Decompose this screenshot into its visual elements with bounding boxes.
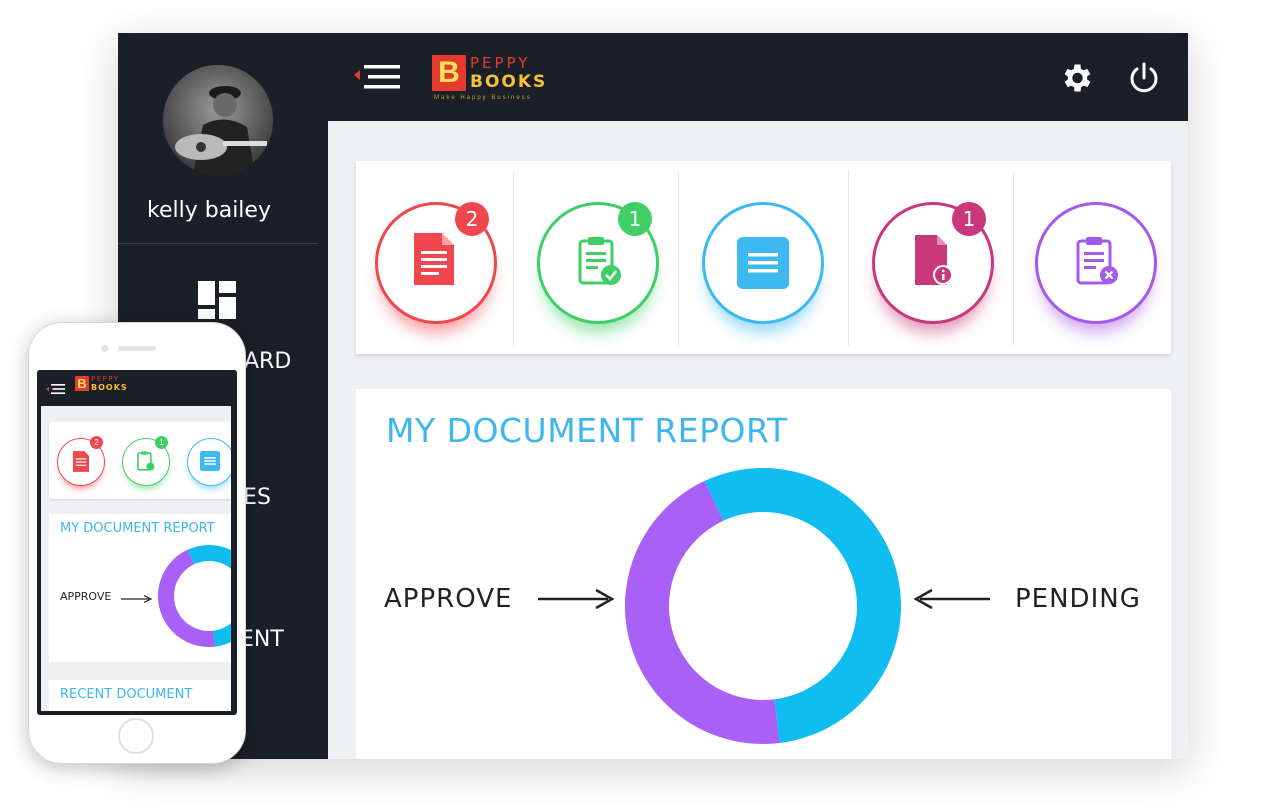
- logo-word-peppy: PEPPY: [470, 54, 531, 72]
- clipboard-cancel-icon: [1076, 236, 1120, 291]
- logo-word-books: BOOKS: [470, 72, 548, 92]
- phone-report-card: MY DOCUMENT REPORT APPROVE: [49, 514, 231, 662]
- legend-pending: PENDING: [1015, 584, 1141, 614]
- phone-content: 2 1 MY DOCUMENT REPORT APPROVE RECENT DO…: [41, 406, 231, 711]
- status-all-documents[interactable]: [187, 438, 231, 486]
- badge-count: 2: [455, 202, 489, 236]
- desktop-window: kelly bailey ARD GES ENT B PEPPY BOOKS M…: [118, 33, 1188, 759]
- badge-count: 1: [952, 202, 986, 236]
- phone-camera: [101, 345, 108, 352]
- list-icon: [737, 237, 789, 294]
- sidebar-item-document[interactable]: ENT: [240, 627, 284, 652]
- badge-count: 2: [90, 436, 103, 449]
- menu-toggle-icon[interactable]: [354, 63, 414, 93]
- phone-top-bar: B PEPPY BOOKS: [37, 370, 237, 406]
- phone-recent-card: RECENT DOCUMENT: [49, 680, 231, 711]
- username: kelly bailey: [147, 198, 271, 223]
- phone-mockup: B PEPPY BOOKS 2 1 MY DOCUMENT REPORT APP…: [28, 322, 246, 764]
- legend-approve: APPROVE: [60, 590, 112, 603]
- status-ring: [702, 202, 824, 324]
- logo-word-peppy: PEPPY: [91, 375, 120, 383]
- logo-mark: B: [432, 55, 466, 91]
- donut-slice-approve[interactable]: [157, 549, 216, 647]
- clipboard-check-icon: [578, 236, 622, 291]
- sidebar-item-dashboard[interactable]: ARD: [244, 349, 291, 374]
- report-title: MY DOCUMENT REPORT: [386, 411, 788, 450]
- document-report-card: MY DOCUMENT REPORT APPROVE PENDING: [356, 389, 1171, 759]
- arrow-left-icon: [912, 587, 990, 616]
- clipboard-check-icon: [137, 451, 155, 471]
- divider: [848, 171, 849, 346]
- legend-approve: APPROVE: [384, 584, 513, 614]
- logo-tagline: Make Happy Business: [434, 95, 532, 101]
- phone-screen: B PEPPY BOOKS 2 1 MY DOCUMENT REPORT APP…: [37, 370, 237, 715]
- logo-word-books: BOOKS: [91, 383, 128, 392]
- status-new-documents[interactable]: 2: [356, 171, 521, 346]
- phone-donut-chart: [157, 545, 231, 647]
- status-rejected[interactable]: [1016, 171, 1181, 346]
- settings-gear-icon[interactable]: [1058, 60, 1094, 101]
- logo-mark: B: [75, 376, 89, 391]
- report-donut-chart: [625, 468, 901, 744]
- brand-logo[interactable]: B PEPPY BOOKS Make Happy Business: [432, 54, 572, 105]
- badge-count: 1: [618, 202, 652, 236]
- document-status-card: 2 1 1: [356, 161, 1171, 354]
- phone-speaker: [118, 346, 156, 351]
- phone-status-card: 2 1: [49, 422, 231, 499]
- arrow-right-icon: [538, 587, 616, 616]
- arrow-right-icon: [121, 591, 153, 609]
- phone-home-button[interactable]: [118, 718, 154, 754]
- list-icon: [200, 451, 220, 471]
- document-icon: [414, 233, 454, 290]
- report-title: MY DOCUMENT REPORT: [60, 521, 215, 536]
- sidebar-divider: [118, 243, 318, 244]
- dashboard-icon[interactable]: [196, 279, 238, 326]
- status-info[interactable]: 1: [853, 171, 1018, 346]
- file-info-icon: [915, 235, 955, 292]
- menu-toggle-icon[interactable]: [46, 382, 70, 400]
- status-all-documents[interactable]: [683, 171, 848, 346]
- document-icon: [73, 451, 89, 472]
- status-approved[interactable]: 1: [518, 171, 683, 346]
- recent-title: RECENT DOCUMENT: [60, 687, 193, 702]
- status-ring: [1035, 202, 1157, 324]
- donut-slice-approve[interactable]: [625, 480, 780, 744]
- avatar[interactable]: [163, 65, 273, 175]
- brand-logo[interactable]: B PEPPY BOOKS: [75, 375, 145, 400]
- badge-count: 1: [155, 436, 168, 449]
- top-bar: B PEPPY BOOKS Make Happy Business: [328, 33, 1188, 121]
- power-icon[interactable]: [1126, 60, 1162, 101]
